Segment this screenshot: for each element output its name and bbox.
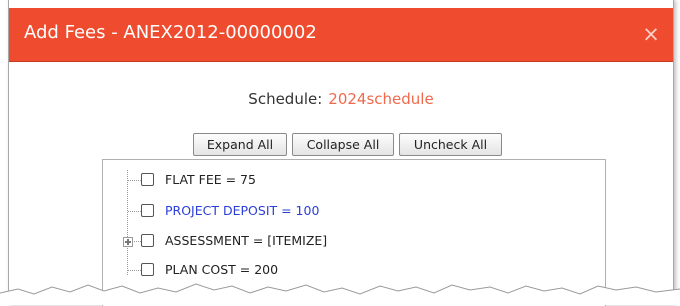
schedule-row: Schedule: 2024schedule bbox=[9, 89, 673, 109]
plan-cost-checkbox[interactable] bbox=[141, 263, 154, 276]
tree-branch-line bbox=[128, 270, 141, 271]
flat-fee-checkbox[interactable] bbox=[141, 173, 154, 186]
tree-branch-line bbox=[128, 211, 141, 212]
add-fees-dialog: Add Fees - ANEX2012-00000002 × Schedule:… bbox=[8, 0, 674, 306]
fee-tree: FLAT FEE = 75 PROJECT DEPOSIT = 100 ASSE… bbox=[102, 159, 606, 306]
plan-cost-label[interactable]: PLAN COST = 200 bbox=[165, 262, 278, 278]
dialog-titlebar: Add Fees - ANEX2012-00000002 × bbox=[9, 8, 673, 62]
assessment-checkbox[interactable] bbox=[141, 234, 154, 247]
schedule-label: Schedule: bbox=[248, 90, 323, 108]
collapse-all-button[interactable]: Collapse All bbox=[292, 133, 394, 156]
tree-item-flat-fee: FLAT FEE = 75 bbox=[103, 170, 603, 190]
uncheck-all-button[interactable]: Uncheck All bbox=[399, 133, 502, 156]
flat-fee-label[interactable]: FLAT FEE = 75 bbox=[165, 172, 256, 188]
tree-branch-line bbox=[128, 180, 141, 181]
tree-item-plan-cost: PLAN COST = 200 bbox=[103, 260, 603, 280]
expand-all-button[interactable]: Expand All bbox=[193, 133, 287, 156]
plus-expander-icon[interactable] bbox=[123, 237, 133, 247]
tree-item-project-deposit: PROJECT DEPOSIT = 100 bbox=[103, 201, 603, 221]
schedule-value: 2024schedule bbox=[328, 90, 434, 108]
close-icon[interactable]: × bbox=[642, 24, 660, 45]
tree-item-assessment: ASSESSMENT = [ITEMIZE] bbox=[103, 231, 603, 251]
project-deposit-checkbox[interactable] bbox=[141, 204, 154, 217]
dialog-title: Add Fees - ANEX2012-00000002 bbox=[24, 22, 317, 43]
assessment-label[interactable]: ASSESSMENT = [ITEMIZE] bbox=[165, 233, 327, 249]
project-deposit-label[interactable]: PROJECT DEPOSIT = 100 bbox=[165, 203, 319, 219]
